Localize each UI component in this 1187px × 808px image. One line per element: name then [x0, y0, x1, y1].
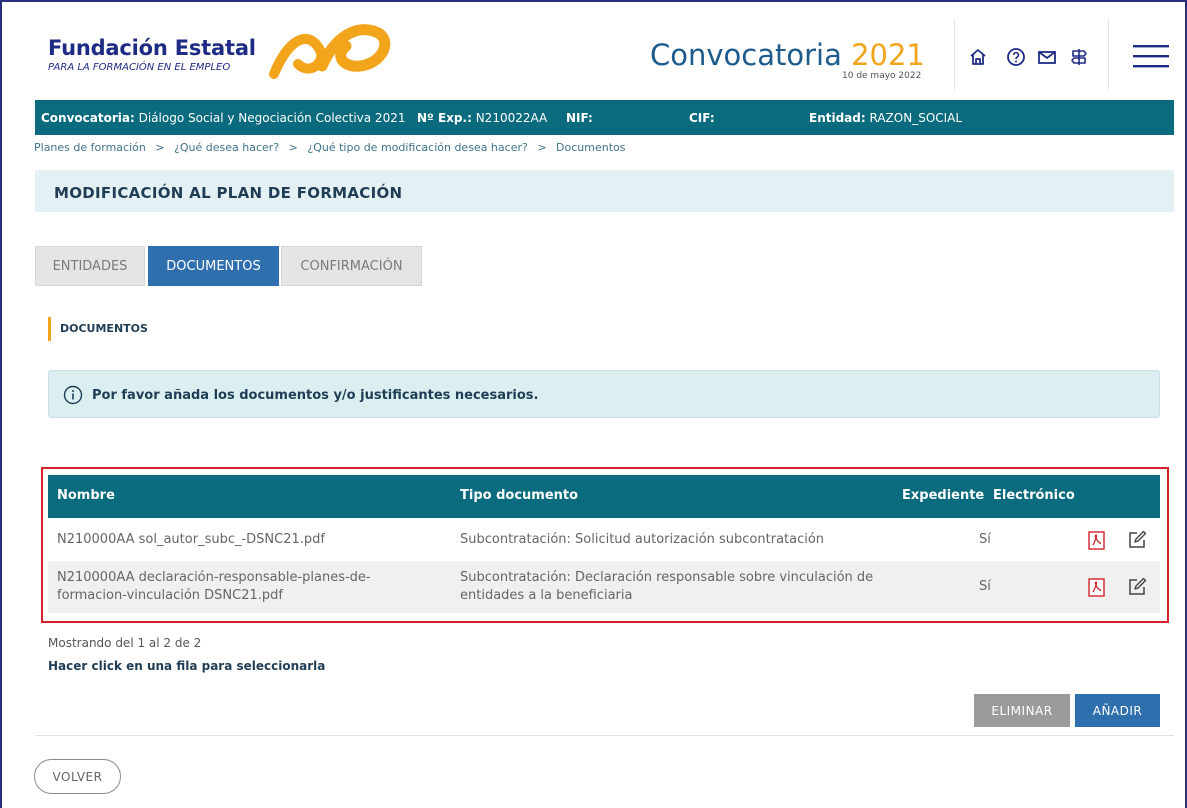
- info-entidad-label: Entidad:: [809, 111, 866, 125]
- brand[interactable]: Fundación Estatal PARA LA FORMACIÓN EN E…: [48, 36, 256, 73]
- breadcrumb-item[interactable]: ¿Qué desea hacer?: [174, 141, 279, 154]
- pdf-icon[interactable]: [1088, 578, 1105, 597]
- info-alert: Por favor añada los documentos y/o justi…: [48, 370, 1160, 418]
- back-button[interactable]: VOLVER: [34, 759, 121, 794]
- header-divider: [954, 20, 955, 90]
- info-expediente: Nº Exp.: N210022AA: [417, 111, 547, 125]
- convocatoria-info-bar: Convocatoria: Diálogo Social y Negociaci…: [35, 100, 1174, 135]
- convocatoria-year: 2021: [851, 38, 925, 72]
- info-cif: CIF:: [689, 111, 715, 125]
- table-row[interactable]: N210000AA declaración-responsable-planes…: [48, 561, 1160, 613]
- home-icon[interactable]: [967, 46, 989, 68]
- tab-documentos[interactable]: DOCUMENTOS: [148, 246, 279, 286]
- help-icon[interactable]: [1005, 46, 1027, 68]
- signpost-icon[interactable]: [1068, 46, 1090, 68]
- info-convocatoria-value: Diálogo Social y Negociación Colectiva 2…: [138, 111, 406, 125]
- info-exp-label: Nº Exp.:: [417, 111, 472, 125]
- info-convocatoria: Convocatoria: Diálogo Social y Negociaci…: [41, 111, 405, 125]
- cell-tipo: Subcontratación: Declaración responsable…: [460, 569, 873, 605]
- convocatoria-title: Convocatoria 2021: [650, 38, 925, 72]
- breadcrumb-item-current: Documentos: [556, 141, 626, 154]
- header-divider: [1108, 20, 1109, 90]
- info-icon: [63, 385, 83, 405]
- cell-nombre-line: N210000AA sol_autor_subc_-DSNC21.pdf: [57, 532, 325, 547]
- cell-electronico: Sí: [979, 579, 991, 594]
- column-header-nombre[interactable]: Nombre: [57, 488, 115, 503]
- pdf-icon[interactable]: [1088, 531, 1105, 550]
- info-cif-label: CIF:: [689, 111, 715, 125]
- edit-icon[interactable]: [1128, 577, 1147, 596]
- breadcrumb-item[interactable]: Planes de formación: [34, 141, 146, 154]
- info-entidad: Entidad: RAZON_SOCIAL: [809, 111, 962, 125]
- info-nif-label: NIF:: [566, 111, 593, 125]
- table-header: Nombre Tipo documento Expediente Electró…: [48, 475, 1160, 518]
- convocatoria-title-text: Convocatoria: [650, 38, 852, 72]
- breadcrumb: Planes de formación > ¿Qué desea hacer? …: [34, 141, 626, 154]
- cell-electronico: Sí: [979, 532, 991, 547]
- breadcrumb-separator: >: [288, 141, 298, 154]
- cell-tipo: Subcontratación: Solicitud autorización …: [460, 531, 824, 549]
- column-header-electronico[interactable]: Electrónico: [993, 488, 1075, 503]
- delete-button[interactable]: ELIMINAR: [974, 694, 1070, 727]
- info-nif: NIF:: [566, 111, 593, 125]
- brand-name: Fundación Estatal: [48, 36, 256, 60]
- breadcrumb-separator: >: [537, 141, 547, 154]
- section-label: DOCUMENTOS: [60, 322, 148, 335]
- alert-message: Por favor añada los documentos y/o justi…: [92, 388, 539, 403]
- pagination-info: Mostrando del 1 al 2 de 2: [48, 636, 202, 650]
- section-accent-bar: [48, 317, 51, 341]
- info-exp-value: N210022AA: [475, 111, 548, 125]
- fundae-logo-icon: [269, 24, 391, 79]
- tab-confirmacion[interactable]: CONFIRMACIÓN: [281, 246, 422, 286]
- convocatoria-date: 10 de mayo 2022: [842, 71, 922, 81]
- menu-icon[interactable]: [1133, 44, 1169, 68]
- column-header-expediente[interactable]: Expediente: [902, 488, 984, 503]
- cell-nombre-line: N210000AA declaración-responsable-planes…: [57, 570, 371, 585]
- breadcrumb-item[interactable]: ¿Qué tipo de modificación desea hacer?: [307, 141, 527, 154]
- footer-divider: [35, 735, 1174, 736]
- cell-nombre: N210000AA sol_autor_subc_-DSNC21.pdf: [57, 531, 325, 549]
- table-row[interactable]: N210000AA sol_autor_subc_-DSNC21.pdf Sub…: [48, 519, 1160, 561]
- selection-hint: Hacer click en una fila para seleccionar…: [48, 659, 326, 673]
- cell-tipo-line: entidades a la beneficiaria: [460, 588, 633, 603]
- cell-tipo-line: Subcontratación: Solicitud autorización …: [460, 532, 825, 547]
- edit-icon[interactable]: [1128, 530, 1147, 549]
- tab-entidades[interactable]: ENTIDADES: [35, 246, 145, 286]
- page-title: MODIFICACIÓN AL PLAN DE FORMACIÓN: [54, 184, 403, 202]
- add-button[interactable]: AÑADIR: [1075, 694, 1160, 727]
- cell-nombre-line: formacion-vinculación DSNC21.pdf: [57, 588, 283, 603]
- breadcrumb-separator: >: [155, 141, 165, 154]
- mail-icon[interactable]: [1036, 46, 1058, 68]
- column-header-tipo[interactable]: Tipo documento: [460, 488, 578, 503]
- info-convocatoria-label: Convocatoria:: [41, 111, 135, 125]
- cell-tipo-line: Subcontratación: Declaración responsable…: [460, 570, 874, 585]
- brand-tagline: PARA LA FORMACIÓN EN EL EMPLEO: [48, 62, 231, 73]
- info-entidad-value: RAZON_SOCIAL: [869, 111, 963, 125]
- page-title-banner: MODIFICACIÓN AL PLAN DE FORMACIÓN: [35, 170, 1174, 212]
- cell-nombre: N210000AA declaración-responsable-planes…: [57, 569, 371, 605]
